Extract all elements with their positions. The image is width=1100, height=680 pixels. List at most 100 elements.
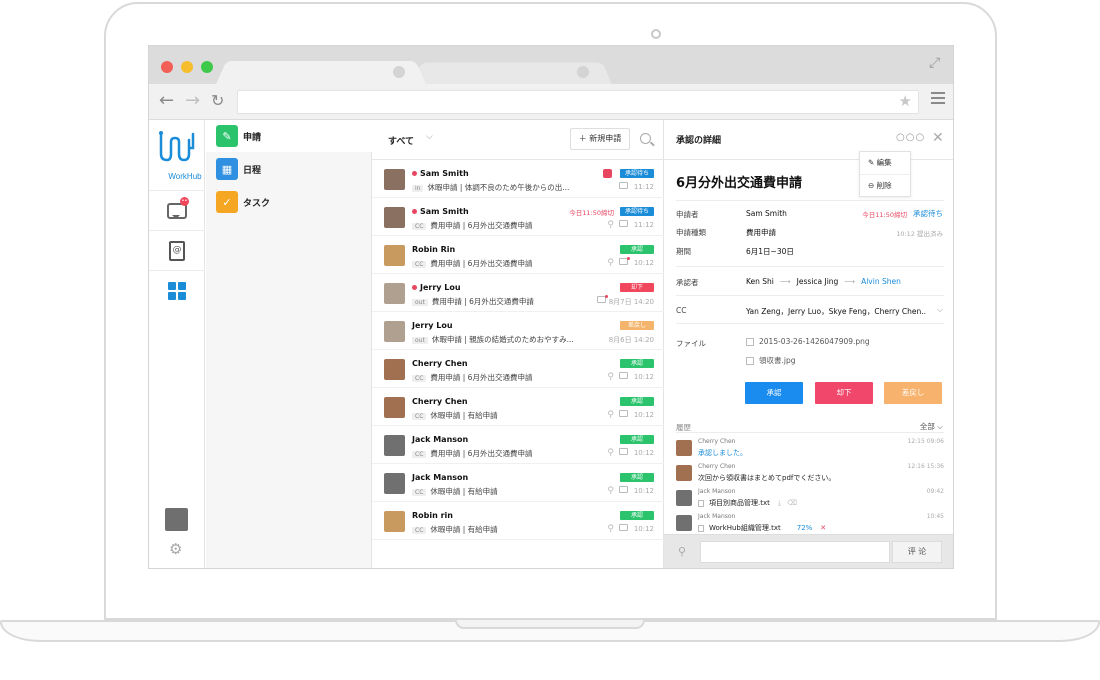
list-item[interactable]: Robin rin CC 休暇申請 | 有給申請 承認 ⚲ 10:12 (372, 502, 664, 540)
avatar (676, 490, 692, 506)
avatar (676, 465, 692, 481)
file-name: 2015-03-26-1426047909.png (759, 337, 870, 346)
deadline-text: 今日11:50締切 (569, 209, 614, 217)
filter-dropdown[interactable]: すべて (388, 134, 414, 147)
search-icon[interactable] (640, 133, 651, 144)
history-time: 12:15 09:06 (907, 438, 945, 445)
reject-button[interactable]: 却下 (815, 382, 873, 404)
direction-tag: CC (412, 261, 427, 268)
chevron-down-icon[interactable]: ⌵ (426, 132, 433, 142)
history-time: 12:16 15:36 (907, 463, 945, 470)
more-options-icon[interactable]: ○○○ (896, 132, 925, 143)
comment-input[interactable] (700, 541, 890, 563)
list-item[interactable]: Cherry Chen CC 休暇申請 | 有給申請 承認 ⚲ 10:12 (372, 388, 664, 426)
user-avatar[interactable] (165, 508, 188, 531)
category-item-task[interactable]: ✓ タスク (206, 186, 372, 218)
browser-menu-icon[interactable] (931, 92, 945, 104)
category-item-request[interactable]: ✎ 申請 (206, 120, 372, 152)
row-time: 10:12 (633, 411, 654, 419)
rail-messages[interactable]: •• (149, 190, 205, 230)
cancel-upload-icon[interactable]: ✕ (820, 524, 826, 532)
subject-text: 休暇申請 | 有給申請 (430, 411, 498, 420)
gear-icon[interactable]: ⚙ (169, 540, 182, 558)
list-item[interactable]: Jerry Louout休暇申請 | 親族の結婚式のためおやすみ...差戻し⚲8… (372, 312, 664, 350)
category-item-schedule[interactable]: ▦ 日程 (206, 153, 372, 185)
status-badge: 承認 (620, 473, 654, 482)
unread-dot-icon (412, 171, 417, 176)
file-link[interactable]: 2015-03-26-1426047909.png (746, 337, 870, 346)
trash-icon[interactable]: ⌫ (787, 499, 797, 507)
status-badge: 却下 (620, 283, 654, 292)
history-author: Jack Manson (698, 488, 736, 495)
return-button[interactable]: 差戻し (884, 382, 942, 404)
status-badge: 承認 (620, 511, 654, 520)
history-text: WorkHub組織管理.txt 72% ✕ (698, 523, 826, 533)
calendar-icon: ▦ (216, 158, 238, 180)
list-item[interactable]: Jack Manson CC 休暇申請 | 有給申請 承認 ⚲ 10:12 (372, 464, 664, 502)
approver-name-current: Alvin Shen (861, 277, 901, 286)
history-author: Jack Manson (698, 513, 736, 520)
category-label: 申請 (243, 132, 262, 143)
close-window-button[interactable] (161, 61, 173, 73)
contacts-book-icon: @ (169, 240, 185, 261)
list-item[interactable]: Jack Manson CC 費用申請 | 6月外出交通費申請 承認 ⚲ 10:12 (372, 426, 664, 464)
history-filter-label: 全部 (919, 422, 935, 431)
subject-text: 休暇申請 | 体調不良のため午後からの出... (427, 183, 570, 192)
list-header: すべて ⌵ ＋ 新規申請 (372, 120, 664, 160)
fullscreen-icon[interactable]: ⤢ (929, 55, 945, 71)
menu-item-label: 削除 (876, 181, 892, 190)
attachment-icon: ⚲ (607, 448, 614, 458)
row-time: 11:12 (633, 183, 654, 191)
avatar (384, 207, 405, 228)
back-icon[interactable]: ← (159, 90, 174, 112)
attachment-icon[interactable]: ⚲ (678, 545, 686, 558)
list-item[interactable]: Robin Rin CC 費用申請 | 6月外出交通費申請 承認 ⚲ 10:12 (372, 236, 664, 274)
image-file-icon (746, 357, 754, 365)
row-time: 8月6日 14:20 (608, 336, 654, 344)
minimize-window-button[interactable] (181, 61, 193, 73)
history-filter[interactable]: 全部 ⌵ (920, 421, 943, 432)
comment-icon (619, 182, 628, 189)
list-item[interactable]: Cherry Chen CC 費用申請 | 6月外出交通費申請 承認 ⚲ 10:12 (372, 350, 664, 388)
app-rail: WorkHub •• @ ⚙ (149, 120, 205, 568)
reload-icon[interactable]: ↻ (211, 90, 224, 112)
chevron-down-icon[interactable]: ⌵ (937, 305, 943, 315)
history-item: Cherry Chen 次回から領収書はまとめてpdfでください。 12:16 15… (676, 463, 944, 487)
list-item[interactable]: Sam Smithin休暇申請 | 体調不良のため午後からの出...承認待ち⚲1… (372, 160, 664, 198)
direction-tag: CC (412, 375, 427, 382)
row-subject: out 休暇申請 | 親族の結婚式のためおやすみ... (412, 334, 574, 345)
comment-submit-button[interactable]: 评 论 (892, 541, 942, 563)
subject-text: 費用申請 | 6月外出交通費申請 (431, 297, 534, 306)
new-request-button[interactable]: ＋ 新規申請 (570, 128, 630, 150)
file-link[interactable]: 領収書.jpg (746, 355, 796, 366)
address-bar[interactable]: ★ (237, 90, 919, 114)
row-time: 10:12 (633, 525, 654, 533)
list-item[interactable]: Jerry Louout費用申請 | 6月外出交通費申請却下⚲8月7日 14:2… (372, 274, 664, 312)
list-item[interactable]: Sam Smith CC 費用申請 | 6月外出交通費申請 承認待ち 今日11:50締切… (372, 198, 664, 236)
close-icon[interactable]: ✕ (932, 130, 944, 146)
menu-item-delete[interactable]: ⊖ 削除 (860, 174, 910, 196)
deadline-text: 今日11:50締切 (862, 211, 907, 219)
menu-item-edit[interactable]: ✎ 編集 (860, 152, 910, 174)
rail-contacts[interactable]: @ (149, 230, 205, 270)
comment-icon (619, 448, 628, 455)
bookmark-star-icon[interactable]: ★ (899, 92, 912, 110)
row-time: 10:12 (633, 487, 654, 495)
direction-tag: CC (412, 223, 427, 230)
applicant-label: 申請者 (676, 210, 699, 219)
history-item: Cherry Chen 承認しました。 12:15 09:06 (676, 438, 944, 462)
maximize-window-button[interactable] (201, 61, 213, 73)
submitted-text: 10:12 提出済み (896, 230, 943, 238)
history-text: 承認しました。 (698, 448, 747, 458)
approver-name: Ken Shi (746, 277, 774, 286)
arrow-right-icon: ⟶ (844, 277, 856, 286)
rail-apps[interactable] (149, 270, 205, 310)
approve-button[interactable]: 承認 (745, 382, 803, 404)
arrow-right-icon: ⟶ (779, 277, 791, 286)
row-time: 10:12 (633, 373, 654, 381)
download-icon[interactable]: ⤓ (778, 499, 781, 507)
history-author: Cherry Chen (698, 438, 736, 445)
forward-icon[interactable]: → (185, 90, 200, 112)
direction-tag: out (412, 299, 428, 306)
attachment-icon: ⚲ (607, 220, 614, 230)
